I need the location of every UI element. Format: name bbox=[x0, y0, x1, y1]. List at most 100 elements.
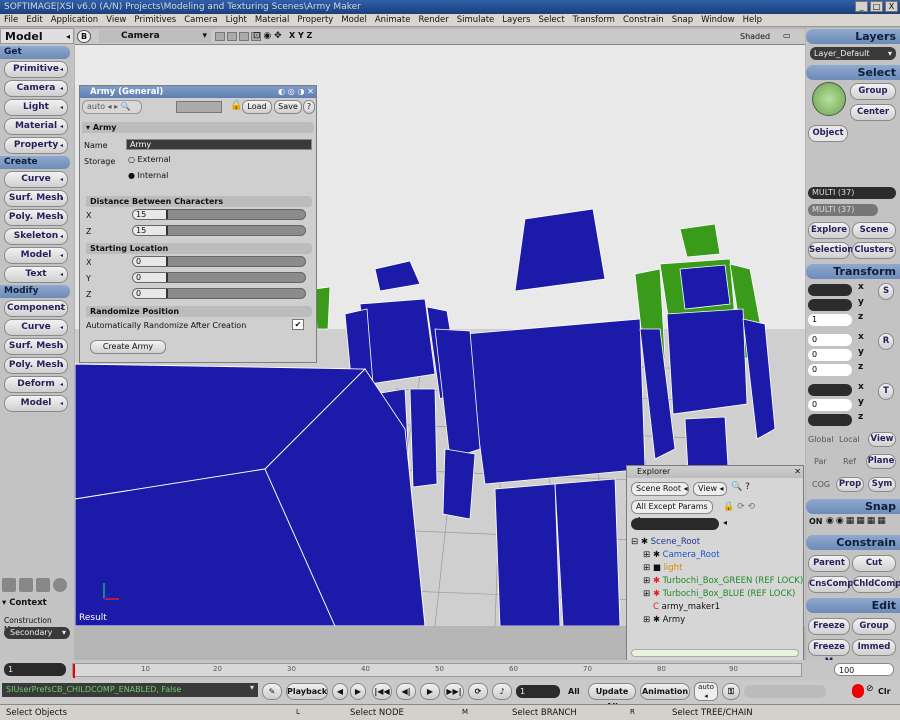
menu-transform[interactable]: Transform bbox=[569, 15, 619, 25]
start-z-slider[interactable] bbox=[132, 288, 306, 299]
start-x-value[interactable]: 0 bbox=[136, 256, 141, 267]
start-y-slider[interactable] bbox=[132, 272, 306, 283]
eye-icon[interactable]: ◉ bbox=[263, 31, 271, 41]
get-light-button[interactable]: Light ◂ bbox=[4, 99, 68, 116]
edit-group-button[interactable]: Group bbox=[852, 618, 896, 635]
command-dropdown-icon[interactable]: ▾ bbox=[250, 683, 254, 692]
name-field[interactable]: Army bbox=[126, 139, 312, 150]
toolbar-mode-title[interactable]: Model ◂ bbox=[0, 28, 74, 44]
explorer-pin-icon[interactable]: 🔍 ? bbox=[731, 482, 750, 492]
freeze-m-button[interactable]: Freeze M bbox=[808, 639, 850, 667]
timeline-start-field[interactable]: 1 bbox=[4, 663, 66, 676]
clusters-button[interactable]: Clusters bbox=[852, 242, 896, 259]
dist-z-slider[interactable] bbox=[132, 225, 306, 236]
first-frame-icon[interactable]: |◀◀ bbox=[372, 683, 392, 700]
minimize-button[interactable]: _ bbox=[855, 1, 868, 12]
parent-button[interactable]: Parent bbox=[808, 555, 850, 572]
section-army[interactable]: ▾ Army bbox=[82, 122, 314, 133]
cut-button[interactable]: Cut bbox=[852, 555, 896, 572]
play-backward-icon[interactable]: ◀ bbox=[332, 683, 348, 700]
menu-layers[interactable]: Layers bbox=[498, 15, 534, 25]
scale-z-field[interactable]: 1 bbox=[808, 314, 852, 326]
toggle-3-icon[interactable] bbox=[239, 32, 249, 41]
cog-toggle[interactable]: COG bbox=[812, 480, 830, 489]
menu-select[interactable]: Select bbox=[534, 15, 568, 25]
modify-surf-mesh-button[interactable]: Surf. Mesh ◂ bbox=[4, 338, 68, 355]
rot-z-field[interactable]: 0 bbox=[808, 364, 852, 376]
current-frame-field[interactable]: 1 bbox=[516, 685, 560, 698]
create-surf-mesh-button[interactable]: Surf. Mesh ◂ bbox=[4, 190, 68, 207]
axes-label[interactable]: X Y Z bbox=[289, 31, 312, 40]
modify-model-button[interactable]: Model ◂ bbox=[4, 395, 68, 412]
chldcomp-button[interactable]: ChldComp bbox=[852, 576, 900, 593]
explorer-search-arrow-icon[interactable]: ◂ bbox=[723, 518, 727, 527]
key-nav-icon[interactable]: ⊘ bbox=[866, 684, 874, 694]
modify-curve-button[interactable]: Curve ◂ bbox=[4, 319, 68, 336]
viewport-letter[interactable]: B bbox=[77, 30, 91, 43]
sym-toggle[interactable]: Sym bbox=[868, 477, 896, 492]
get-material-button[interactable]: Material ◂ bbox=[4, 118, 68, 135]
tree-item-light[interactable]: ⊞ ■ light bbox=[643, 563, 682, 573]
snap-icons[interactable]: ◉◉▦▦▦▦ bbox=[826, 516, 888, 526]
scale-x-field[interactable] bbox=[808, 284, 852, 296]
next-frame-icon[interactable]: ▶ bbox=[420, 683, 440, 700]
rotate-r-button[interactable]: R bbox=[878, 333, 894, 350]
menu-view[interactable]: View bbox=[102, 15, 130, 25]
explorer-lock-icon[interactable]: 🔒 ⟳ ⟲ bbox=[723, 502, 755, 512]
scale-y-field[interactable] bbox=[808, 299, 852, 311]
view-toggle[interactable]: View bbox=[868, 432, 896, 447]
rot-x-field[interactable]: 0 bbox=[808, 334, 852, 346]
get-primitive-button[interactable]: Primitive ◂ bbox=[4, 61, 68, 78]
explorer-search-field[interactable] bbox=[631, 518, 719, 530]
timeline-ruler[interactable]: 10 20 30 40 50 60 70 80 90 bbox=[72, 663, 802, 678]
prev-key-icon[interactable]: ◀| bbox=[396, 683, 416, 700]
menu-snap[interactable]: Snap bbox=[668, 15, 697, 25]
dist-x-value[interactable]: 15 bbox=[136, 209, 146, 220]
audio-icon[interactable]: ♪ bbox=[492, 683, 512, 700]
command-line[interactable]: SIUserPrefsCB_CHILDCOMP_ENABLED, False bbox=[2, 683, 258, 697]
key-slider[interactable] bbox=[744, 685, 826, 698]
menu-file[interactable]: File bbox=[0, 15, 22, 25]
timeline-end-field[interactable]: 100 bbox=[834, 663, 894, 676]
plane-toggle[interactable]: Plane bbox=[866, 454, 896, 469]
viewport-maximize-icon[interactable]: ▭ bbox=[783, 31, 791, 40]
start-y-value[interactable]: 0 bbox=[136, 272, 141, 283]
scale-s-button[interactable]: S bbox=[878, 283, 894, 300]
tree-item-scene-root[interactable]: ⊟ ✱ Scene_Root bbox=[631, 537, 700, 547]
local-toggle[interactable]: Local bbox=[839, 435, 860, 444]
zoom-icon[interactable]: ✥ bbox=[274, 31, 282, 41]
menu-render[interactable]: Render bbox=[414, 15, 452, 25]
dist-x-slider[interactable] bbox=[132, 209, 306, 220]
start-x-slider[interactable] bbox=[132, 256, 306, 267]
scale-tool-icon[interactable] bbox=[36, 578, 50, 592]
lock-icon[interactable]: 🔒 bbox=[230, 100, 242, 111]
par-toggle[interactable]: Par bbox=[814, 457, 827, 466]
key-icon[interactable]: ⚿ bbox=[722, 683, 740, 700]
modify-poly-mesh-button[interactable]: Poly. Mesh ◂ bbox=[4, 357, 68, 374]
create-army-button[interactable]: Create Army bbox=[90, 340, 166, 354]
storage-internal-radio[interactable]: ● Internal bbox=[128, 171, 168, 180]
select-group-button[interactable]: Group bbox=[850, 83, 896, 100]
help-button[interactable]: ? bbox=[303, 100, 315, 114]
auto-key-toggle[interactable]: auto ◂ bbox=[694, 682, 718, 701]
explorer-view-select[interactable]: View ◂ bbox=[693, 482, 727, 496]
menu-application[interactable]: Application bbox=[47, 15, 103, 25]
select-center-button[interactable]: Center bbox=[850, 104, 896, 121]
menu-light[interactable]: Light bbox=[222, 15, 251, 25]
menu-window[interactable]: Window bbox=[697, 15, 739, 25]
property-editor-title[interactable]: Army (General) ◐ ◎ ◑ ✕ bbox=[80, 86, 316, 98]
menu-animate[interactable]: Animate bbox=[371, 15, 415, 25]
close-button[interactable]: X bbox=[885, 1, 898, 12]
get-camera-button[interactable]: Camera ◂ bbox=[4, 80, 68, 97]
explore-button[interactable]: Explore bbox=[808, 222, 850, 239]
modify-component-button[interactable]: Component ◂ bbox=[4, 300, 68, 317]
randomize-checkbox[interactable]: ✔ bbox=[292, 319, 304, 330]
multi-field[interactable]: MULTI (37) bbox=[808, 187, 896, 199]
trans-z-field[interactable] bbox=[808, 414, 852, 426]
multi-field-2[interactable]: MULTI (37) bbox=[808, 204, 878, 216]
pe-window-controls[interactable]: ◐ ◎ ◑ ✕ bbox=[278, 86, 314, 98]
construction-mode-select[interactable]: Secondary ▾ bbox=[4, 627, 70, 639]
create-curve-button[interactable]: Curve ◂ bbox=[4, 171, 68, 188]
menu-primitives[interactable]: Primitives bbox=[130, 15, 180, 25]
immed-button[interactable]: Immed bbox=[852, 639, 896, 656]
